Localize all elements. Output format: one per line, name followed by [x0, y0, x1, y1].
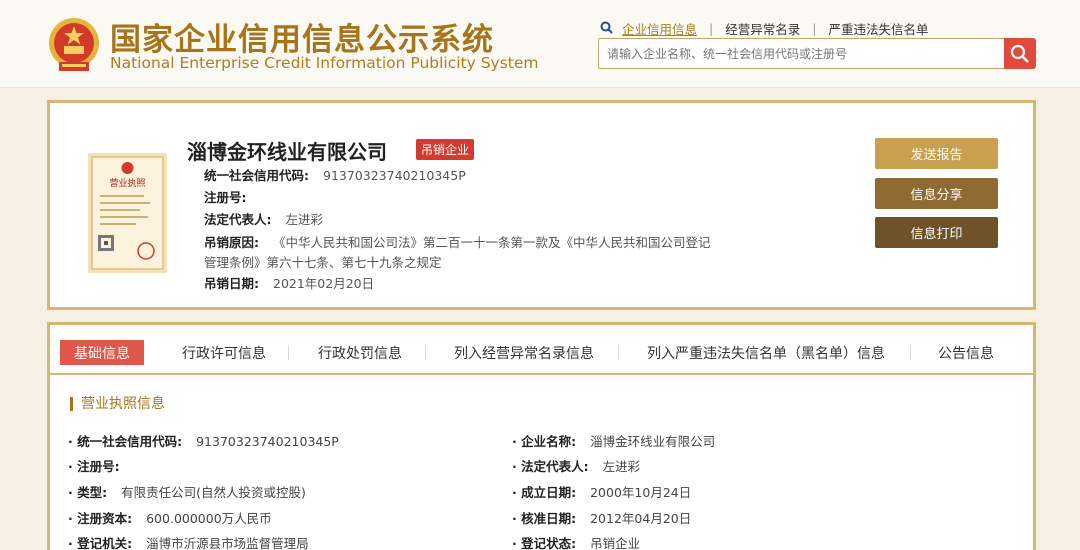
- reg-number-row: 注册号:: [204, 187, 261, 206]
- company-name: 淄博金环线业有限公司: [187, 140, 387, 164]
- credit-code-value: 91370323740210345P: [323, 168, 466, 183]
- revoke-date-row: 吊销日期: 2021年02月20日: [204, 273, 374, 292]
- search-input[interactable]: [599, 39, 1005, 68]
- national-emblem-icon: [49, 18, 99, 71]
- field-founded-date: · 成立日期: 2000年10月24日: [512, 485, 692, 500]
- legal-rep-value: 左进彩: [285, 212, 324, 227]
- field-type: · 类型: 有限责任公司(自然人投资或控股): [68, 485, 306, 500]
- legal-rep-row: 法定代表人: 左进彩: [204, 209, 323, 228]
- revoke-reason-label: 吊销原因:: [204, 235, 259, 250]
- print-info-button[interactable]: 信息打印: [875, 217, 998, 248]
- field-approved-date: · 核准日期: 2012年04月20日: [512, 511, 692, 526]
- search-icon: [1010, 44, 1029, 63]
- field-reg-number: · 注册号:: [68, 459, 120, 474]
- revoke-date-value: 2021年02月20日: [273, 276, 375, 291]
- tab-divider: [618, 345, 619, 360]
- tab-bar: 基础信息 行政许可信息 行政处罚信息 列入经营异常名录信息 列入严重违法失信名单…: [50, 325, 1033, 375]
- legal-rep-label: 法定代表人:: [204, 212, 272, 227]
- revoke-reason-row: 吊销原因: 《中华人民共和国公司法》第二百一十一条第一款及《中华人民共和国公司登记: [204, 232, 711, 251]
- field-reg-status: · 登记状态: 吊销企业: [512, 536, 641, 550]
- company-card: 营业执照 淄博金环线业有限公司 吊销企业 统一社会信用代码: 9137032374…: [47, 100, 1036, 310]
- share-info-button[interactable]: 信息分享: [875, 178, 998, 209]
- revoke-date-label: 吊销日期:: [204, 276, 259, 291]
- site-header: 国家企业信用信息公示系统 National Enterprise Credit …: [0, 0, 1080, 88]
- nav-divider: |: [812, 21, 817, 36]
- nav-link-blacklist[interactable]: 严重违法失信名单: [828, 19, 928, 38]
- tab-abnormal-list[interactable]: 列入经营异常名录信息: [454, 340, 594, 365]
- tab-blacklist[interactable]: 列入严重违法失信名单（黑名单）信息: [647, 340, 885, 365]
- revoke-reason-value: 《中华人民共和国公司法》第二百一十一条第一款及《中华人民共和国公司登记: [273, 235, 711, 250]
- search-box: [598, 38, 1006, 69]
- tab-divider: [910, 345, 911, 360]
- tab-admin-license[interactable]: 行政许可信息: [182, 340, 266, 365]
- section-title: 营业执照信息: [70, 397, 165, 411]
- field-company-name: · 企业名称: 淄博金环线业有限公司: [512, 434, 716, 449]
- tab-basic-info[interactable]: 基础信息: [60, 340, 144, 365]
- field-reg-authority: · 登记机关: 淄博市沂源县市场监督管理局: [68, 536, 309, 550]
- tab-announcement[interactable]: 公告信息: [938, 340, 994, 365]
- tab-divider: [288, 345, 289, 360]
- status-badge: 吊销企业: [416, 139, 475, 160]
- license-image-title: 营业执照: [109, 177, 145, 189]
- detail-panel: 基础信息 行政许可信息 行政处罚信息 列入经营异常名录信息 列入严重违法失信名单…: [47, 322, 1036, 550]
- reg-number-label: 注册号:: [204, 190, 247, 205]
- nav-link-abnormal-list[interactable]: 经营异常名录: [725, 19, 800, 38]
- credit-code-row: 统一社会信用代码: 91370323740210345P: [204, 165, 466, 184]
- revoke-reason-value-cont: 管理条例》第六十七条、第七十九条之规定: [204, 255, 442, 270]
- nav-divider: |: [709, 21, 714, 36]
- nav-link-credit-info[interactable]: 企业信用信息: [622, 19, 697, 38]
- search-button[interactable]: [1004, 38, 1036, 69]
- credit-code-label: 统一社会信用代码:: [204, 168, 309, 183]
- field-credit-code: · 统一社会信用代码: 91370323740210345P: [68, 434, 339, 449]
- tab-admin-penalty[interactable]: 行政处罚信息: [318, 340, 402, 365]
- tab-divider: [425, 345, 426, 360]
- site-title: 国家企业信用信息公示系统: [110, 22, 494, 58]
- field-reg-capital: · 注册资本: 600.000000万人民币: [68, 511, 272, 526]
- send-report-button[interactable]: 发送报告: [875, 138, 998, 169]
- site-subtitle: National Enterprise Credit Information P…: [110, 54, 539, 72]
- top-nav: 企业信用信息 | 经营异常名录 | 严重违法失信名单: [600, 19, 928, 38]
- search-icon: [600, 21, 613, 34]
- field-legal-rep: · 法定代表人: 左进彩: [512, 459, 641, 474]
- business-license-image: 营业执照: [88, 153, 167, 273]
